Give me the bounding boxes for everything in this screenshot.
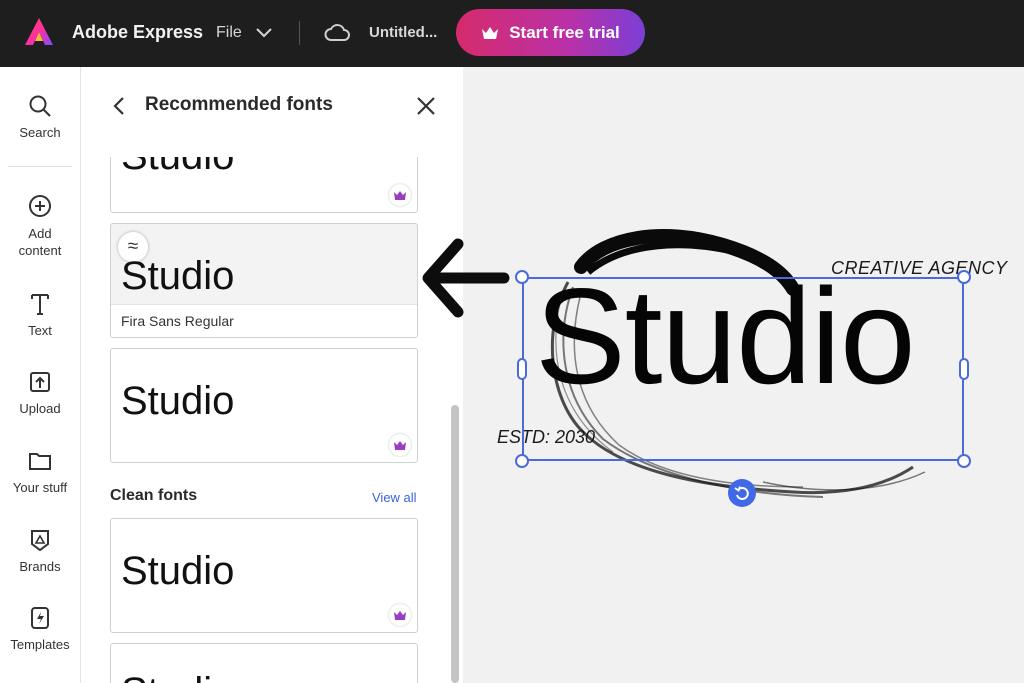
view-all-link[interactable]: View all bbox=[372, 490, 417, 505]
fonts-panel: Recommended fonts Studio ≈ Studio Fira S… bbox=[81, 67, 463, 683]
font-sample: Studio bbox=[121, 379, 235, 423]
rotate-button[interactable] bbox=[728, 479, 756, 507]
document-title[interactable]: Untitled... bbox=[369, 24, 437, 41]
font-card[interactable]: Studio bbox=[110, 348, 418, 463]
premium-crown-icon bbox=[389, 184, 411, 206]
panel-header: Recommended fonts bbox=[81, 67, 463, 157]
rail-item-text[interactable]: Text bbox=[0, 291, 80, 338]
rail-item-search[interactable]: Search bbox=[0, 93, 80, 140]
search-icon bbox=[29, 95, 51, 117]
design-canvas[interactable]: CREATIVE AGENCY Studio ESTD: 2030 bbox=[463, 67, 1024, 683]
rail-item-label: Text bbox=[28, 323, 52, 338]
rotate-icon bbox=[734, 486, 749, 500]
adobe-express-logo[interactable] bbox=[24, 17, 54, 47]
divider bbox=[299, 21, 300, 45]
brand-icon bbox=[31, 530, 49, 552]
selection-box bbox=[522, 277, 964, 461]
trial-button-label: Start free trial bbox=[509, 22, 620, 42]
left-rail: Search Add content Text Upload Your stuf… bbox=[0, 67, 81, 683]
font-name: Fira Sans Regular bbox=[111, 304, 417, 337]
panel-title: Recommended fonts bbox=[145, 94, 333, 115]
font-card[interactable]: Studio bbox=[110, 643, 418, 683]
file-menu-label: File bbox=[216, 24, 242, 41]
font-sample: Studio bbox=[121, 254, 235, 298]
rail-item-label: Templates bbox=[10, 637, 70, 652]
rail-item-label: Add content bbox=[18, 226, 62, 258]
resize-handle-right[interactable] bbox=[959, 358, 969, 380]
resize-handle-top-left[interactable] bbox=[515, 270, 529, 284]
app-name: Adobe Express bbox=[72, 22, 204, 42]
text-icon bbox=[31, 294, 49, 315]
font-card[interactable]: Studio bbox=[110, 518, 418, 633]
section-title: Clean fonts bbox=[110, 487, 198, 504]
premium-crown-icon bbox=[389, 434, 411, 456]
rail-item-your-stuff[interactable]: Your stuff bbox=[0, 448, 80, 495]
file-menu[interactable]: File bbox=[216, 18, 272, 48]
templates-icon bbox=[31, 607, 49, 629]
font-sample: Studio bbox=[121, 670, 234, 683]
rail-item-brands[interactable]: Brands bbox=[0, 527, 80, 574]
resize-handle-bottom-left[interactable] bbox=[515, 454, 529, 468]
rail-item-label: Upload bbox=[19, 401, 61, 416]
rail-item-add-content[interactable]: Add content bbox=[0, 193, 80, 259]
folder-icon bbox=[29, 453, 51, 470]
resize-handle-bottom-right[interactable] bbox=[957, 454, 971, 468]
back-chevron-icon[interactable] bbox=[109, 95, 131, 117]
upload-icon bbox=[30, 372, 50, 392]
resize-handle-left[interactable] bbox=[517, 358, 527, 380]
top-bar: Adobe Express File Untitled... Start fre… bbox=[0, 0, 1024, 67]
font-card[interactable]: ≈ Studio Fira Sans Regular bbox=[110, 223, 418, 338]
rail-item-templates[interactable]: Templates bbox=[0, 605, 80, 652]
chevron-down-icon bbox=[256, 28, 272, 38]
design-artboard: CREATIVE AGENCY Studio ESTD: 2030 bbox=[463, 67, 1024, 683]
plus-circle-icon bbox=[29, 195, 51, 217]
divider bbox=[8, 166, 72, 167]
rail-item-upload[interactable]: Upload bbox=[0, 369, 80, 416]
rail-item-label: Brands bbox=[19, 559, 61, 574]
font-sample: Studio bbox=[121, 549, 235, 593]
close-icon[interactable] bbox=[415, 95, 437, 117]
crown-icon bbox=[482, 26, 499, 39]
panel-scrollbar[interactable] bbox=[451, 405, 459, 683]
rail-item-label: Search bbox=[19, 125, 61, 140]
arrow-left-icon bbox=[422, 238, 510, 318]
rail-item-label: Your stuff bbox=[12, 480, 68, 495]
resize-handle-top-right[interactable] bbox=[957, 270, 971, 284]
premium-crown-icon bbox=[389, 604, 411, 626]
start-free-trial-button[interactable]: Start free trial bbox=[456, 9, 645, 56]
cloud-icon[interactable] bbox=[324, 21, 350, 43]
